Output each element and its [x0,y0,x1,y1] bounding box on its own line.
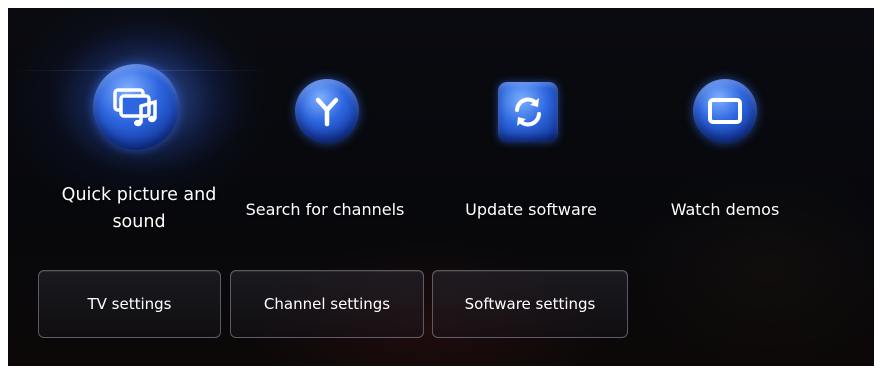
software-settings-button[interactable]: Software settings [432,270,628,338]
action-search-channels[interactable]: Search for channels [240,78,410,228]
action-label: Update software [465,200,597,219]
picture-sound-icon [93,64,179,150]
button-label: Channel settings [263,295,391,313]
action-label: Search for channels [245,200,405,219]
antenna-icon [295,79,359,143]
screen-icon [693,79,757,143]
action-label: Watch demos [670,200,780,219]
button-label: Software settings [464,295,596,313]
tv-settings-button[interactable]: TV settings [38,270,221,338]
action-label: Quick picture and sound [61,185,217,232]
button-label: TV settings [87,295,172,313]
setup-menu-screen: Quick picture and sound Search for chann… [8,8,874,366]
refresh-icon [498,82,558,142]
action-update-software[interactable]: Update software [446,78,616,228]
channel-settings-button[interactable]: Channel settings [230,270,424,338]
action-quick-picture-sound[interactable]: Quick picture and sound [34,58,244,248]
action-watch-demos[interactable]: Watch demos [650,78,800,228]
